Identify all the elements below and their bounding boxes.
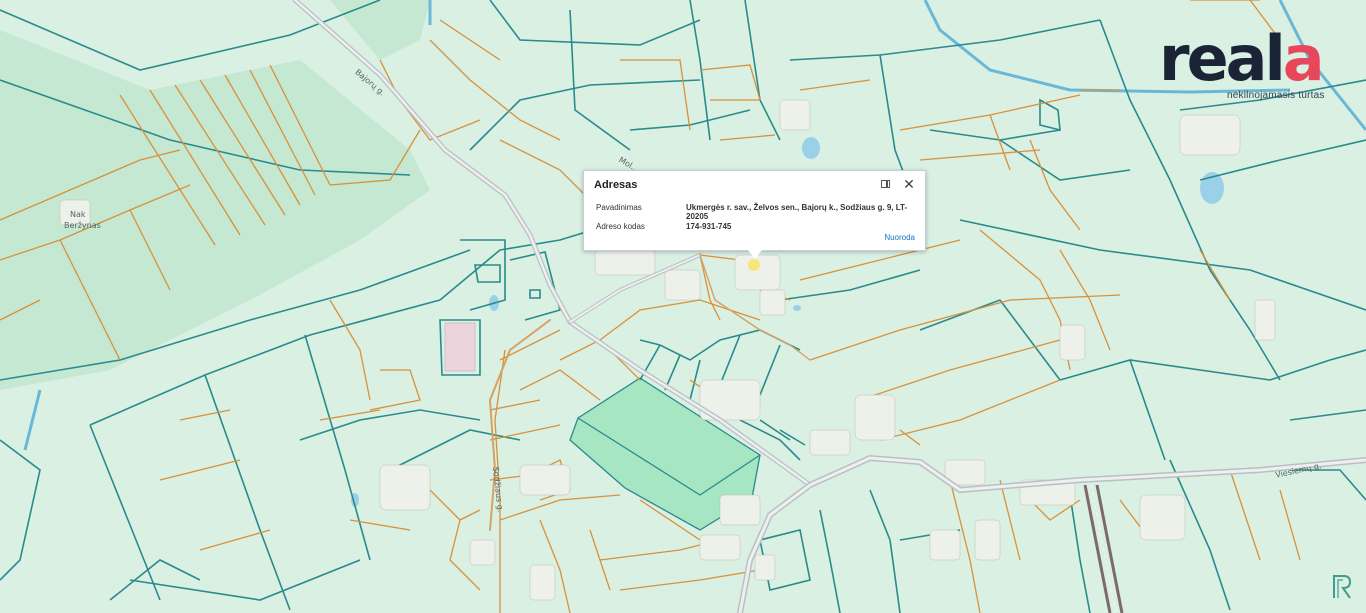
brand-name-main: real	[1159, 22, 1286, 95]
place-label-berzynas: Beržynas	[64, 221, 101, 230]
large-building	[444, 322, 476, 372]
popup-pointer	[748, 250, 762, 259]
popup-row-value: 174-931-745	[686, 222, 732, 231]
popup-title: Adresas	[594, 179, 638, 191]
place-label-nak: Nak	[70, 210, 86, 219]
reala-logo[interactable]: reala nekilnojamasis turtas	[1155, 26, 1345, 106]
popup-row-value: Ukmergės r. sav., Želvos sen., Bajorų k.…	[686, 203, 908, 221]
popup-row-key: Adreso kodas	[596, 222, 645, 231]
address-popup: Adresas ✕ Pavadinimas Ukmergės r. sav., …	[583, 170, 926, 251]
brand-tagline: nekilnojamasis turtas	[1227, 90, 1325, 101]
selected-location-marker[interactable]	[748, 259, 760, 271]
dock-icon[interactable]	[881, 180, 890, 188]
close-icon[interactable]: ✕	[902, 177, 916, 191]
popup-row-key: Pavadinimas	[596, 203, 642, 212]
directions-link[interactable]: Nuoroda	[884, 233, 915, 242]
brand-name-accent: a	[1282, 22, 1325, 95]
reala-corner-icon[interactable]	[1330, 572, 1354, 600]
brand-wordmark: reala	[1159, 26, 1325, 92]
